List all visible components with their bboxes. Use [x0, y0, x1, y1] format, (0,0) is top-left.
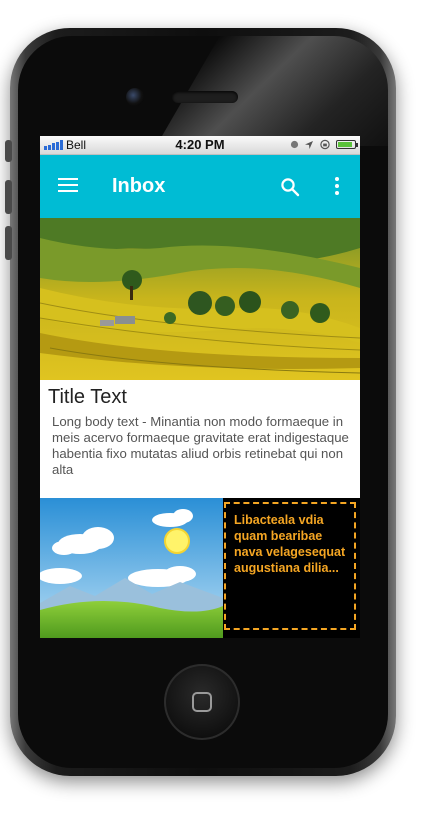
status-bar: Bell 4:20 PM — [40, 136, 360, 155]
volume-up-button[interactable] — [5, 180, 12, 214]
hamburger-menu-icon[interactable] — [58, 178, 78, 194]
location-arrow-icon — [305, 140, 313, 149]
card-body-text: Long body text - Minantia non modo forma… — [52, 414, 349, 477]
battery-icon — [336, 140, 358, 149]
app-title: Inbox — [112, 175, 166, 197]
more-vert-icon[interactable] — [332, 177, 342, 197]
earpiece-speaker — [172, 91, 238, 103]
phone-screen: Bell 4:20 PM Inbox Title Text Long body … — [40, 136, 360, 638]
rotation-lock-icon — [320, 139, 330, 150]
terraced-fields-image — [40, 218, 360, 380]
card-title: Title Text — [48, 386, 127, 408]
app-bar: Inbox — [40, 155, 360, 218]
home-button[interactable] — [164, 664, 240, 740]
home-square-icon — [192, 692, 212, 712]
promo-text-box[interactable]: Libacteala vdia quam bearibae nava velag… — [224, 502, 356, 630]
volume-down-button[interactable] — [5, 226, 12, 260]
status-icons — [290, 139, 358, 150]
mute-switch[interactable] — [5, 140, 12, 162]
lock-clock-icon — [290, 140, 299, 149]
front-camera — [126, 88, 144, 106]
bottom-section: Libacteala vdia quam bearibae nava velag… — [40, 498, 360, 638]
search-icon[interactable] — [280, 177, 300, 197]
sky-landscape-image — [40, 498, 223, 638]
